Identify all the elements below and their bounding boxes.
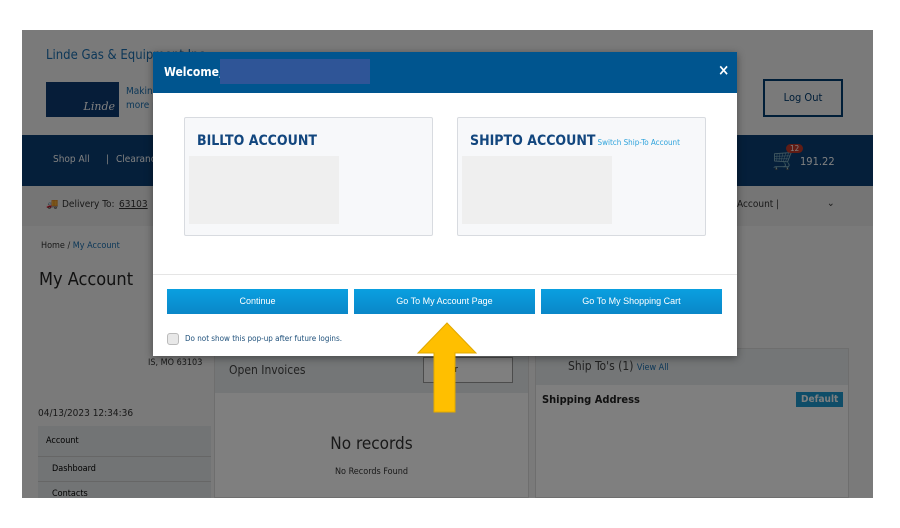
continue-button[interactable]: Continue [167,289,348,314]
modal-header: Welcome, × [153,52,737,93]
redacted-shipto-info [462,156,612,224]
shipto-account-card: SHIPTO ACCOUNT Switch Ship-To Account [457,117,706,236]
shipto-title: SHIPTO ACCOUNT Switch Ship-To Account [470,133,680,149]
dont-show-checkbox[interactable] [167,333,179,345]
close-icon[interactable]: × [718,61,729,79]
shipto-title-text: SHIPTO ACCOUNT [470,133,596,149]
divider [153,274,737,275]
go-to-account-page-button[interactable]: Go To My Account Page [354,289,535,314]
welcome-modal: Welcome, × BILLTO ACCOUNT SHIPTO ACCOUNT… [153,52,737,356]
arrow-shape [416,322,478,413]
billto-title: BILLTO ACCOUNT [197,133,317,149]
annotation-arrow-icon [416,322,478,413]
redacted-username [220,59,370,84]
dont-show-label[interactable]: Do not show this pop-up after future log… [185,334,342,343]
billto-account-card: BILLTO ACCOUNT [184,117,433,236]
switch-ship-to-link[interactable]: Switch Ship-To Account [598,138,680,147]
welcome-text: Welcome, [164,65,223,79]
redacted-billto-info [189,156,339,224]
go-to-shopping-cart-button[interactable]: Go To My Shopping Cart [541,289,722,314]
